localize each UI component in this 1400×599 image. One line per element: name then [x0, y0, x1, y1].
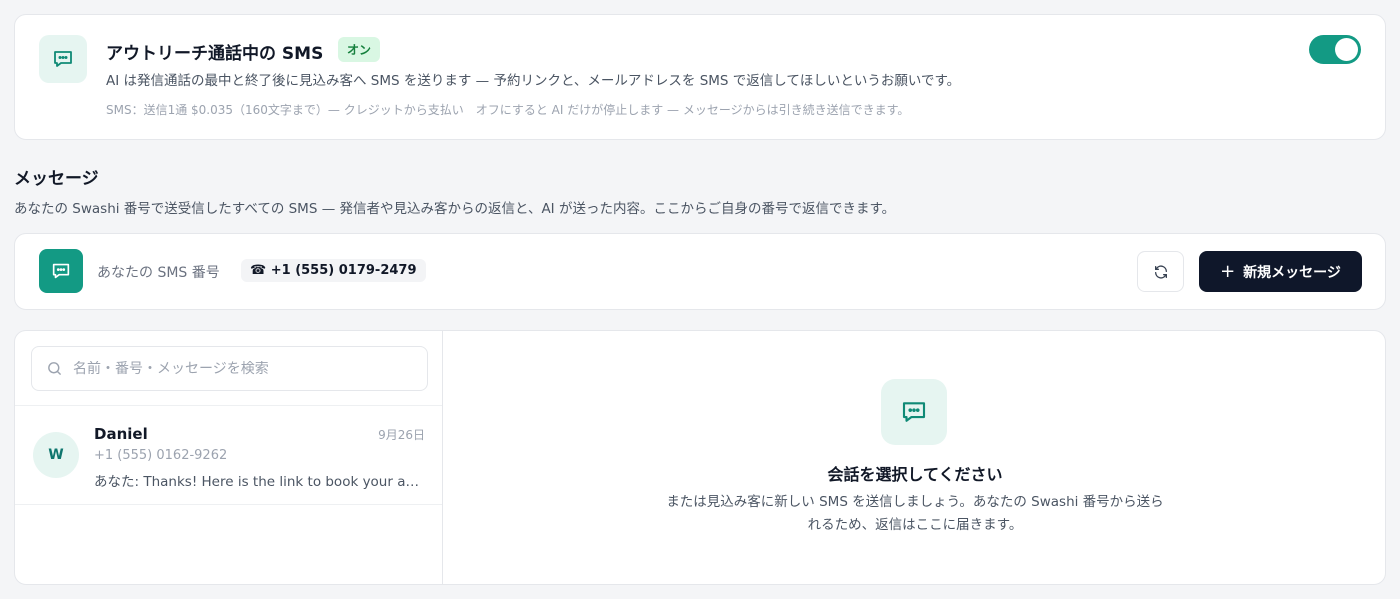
- chat-bubble-icon: [39, 249, 83, 293]
- outreach-description: AI は発信通話の最中と終了後に見込み客へ SMS を送ります — 予約リンクと…: [106, 73, 961, 89]
- chat-bubble-icon: [39, 35, 87, 83]
- empty-state-title: 会話を選択してください: [827, 465, 1003, 484]
- conversation-item[interactable]: W Daniel 9月26日 +1 (555) 0162-9262 あなた: T…: [15, 405, 442, 505]
- sms-number-chip: ☎ +1 (555) 0179-2479: [241, 259, 426, 282]
- sms-number-label: あなたの SMS 番号: [97, 265, 220, 281]
- message-preview: あなた: Thanks! Here is the link to book yo…: [94, 474, 424, 490]
- sms-number-bar: あなたの SMS 番号 ☎ +1 (555) 0179-2479 + 新規メッセ…: [14, 233, 1386, 310]
- search-icon: [48, 362, 61, 375]
- inbox-panel: W Daniel 9月26日 +1 (555) 0162-9262 あなた: T…: [14, 330, 1386, 585]
- sms-number-value: +1 (555) 0179-2479: [270, 263, 417, 278]
- new-message-label: 新規メッセージ: [1243, 264, 1341, 281]
- conversation-list: W Daniel 9月26日 +1 (555) 0162-9262 あなた: T…: [15, 331, 443, 584]
- new-message-button[interactable]: + 新規メッセージ: [1199, 251, 1362, 292]
- outreach-sms-card: アウトリーチ通話中の SMS オン AI は発信通話の最中と終了後に見込み客へ …: [14, 14, 1386, 140]
- outreach-sms-toggle[interactable]: [1309, 35, 1361, 64]
- toggle-knob: [1335, 38, 1358, 61]
- empty-state-description: または見込み客に新しい SMS を送信しましょう。あなたの Swashi 番号か…: [666, 494, 1164, 533]
- conversation-date: 9月26日: [378, 428, 425, 442]
- status-badge: オン: [338, 37, 381, 62]
- empty-state: 会話を選択してください または見込み客に新しい SMS を送信しましょう。あなた…: [443, 331, 1385, 584]
- search-box[interactable]: [31, 346, 428, 391]
- avatar: W: [33, 432, 79, 478]
- section-title: メッセージ: [14, 169, 99, 189]
- search-input[interactable]: [73, 360, 413, 377]
- contact-name: Daniel: [94, 425, 148, 443]
- contact-phone: +1 (555) 0162-9262: [94, 448, 228, 463]
- chat-bubble-icon: [881, 379, 947, 445]
- outreach-pricing-note: SMS：送信1通 $0.035（160文字まで）— クレジットから支払い オフに…: [106, 103, 910, 117]
- phone-icon: ☎: [250, 263, 267, 278]
- section-description: あなたの Swashi 番号で送受信したすべての SMS — 発信者や見込み客か…: [14, 201, 896, 217]
- refresh-icon: [1154, 264, 1167, 279]
- plus-icon: +: [1220, 260, 1236, 282]
- outreach-title: アウトリーチ通話中の SMS: [106, 44, 324, 64]
- refresh-button[interactable]: [1137, 251, 1184, 292]
